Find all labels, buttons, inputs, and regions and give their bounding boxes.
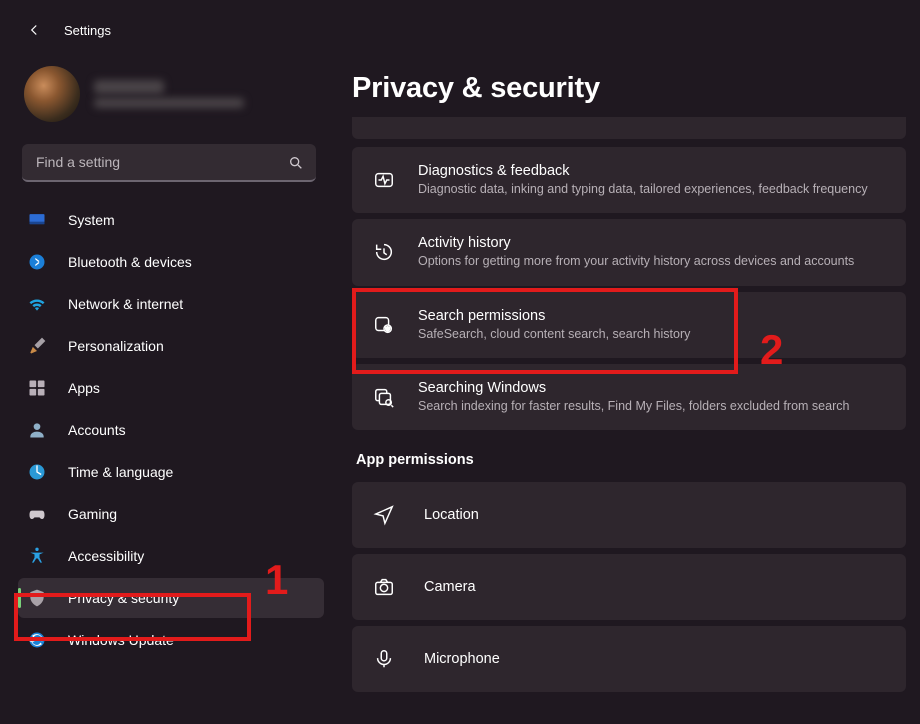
location-icon xyxy=(372,504,396,526)
nav-gaming[interactable]: Gaming xyxy=(18,494,324,534)
back-button[interactable] xyxy=(22,18,46,42)
nav-network[interactable]: Network & internet xyxy=(18,284,324,324)
nav-label: System xyxy=(68,212,115,228)
person-icon xyxy=(24,420,50,440)
card-desc: Diagnostic data, inking and typing data,… xyxy=(418,181,868,197)
shield-icon xyxy=(24,588,50,608)
nav-label: Personalization xyxy=(68,338,164,354)
section-app-permissions: App permissions xyxy=(356,452,906,468)
bluetooth-icon xyxy=(24,252,50,272)
annotation-number-1: 1 xyxy=(265,556,288,604)
page-title: Privacy & security xyxy=(352,72,906,105)
nav-accounts[interactable]: Accounts xyxy=(18,410,324,450)
partial-card-top[interactable] xyxy=(352,117,906,139)
nav-label: Gaming xyxy=(68,506,117,522)
wifi-icon xyxy=(24,294,50,314)
nav-bluetooth[interactable]: Bluetooth & devices xyxy=(18,242,324,282)
nav-system[interactable]: System xyxy=(18,200,324,240)
camera-icon xyxy=(372,576,396,598)
perm-microphone[interactable]: Microphone xyxy=(352,626,906,692)
app-title: Settings xyxy=(64,23,111,38)
annotation-number-2: 2 xyxy=(760,326,783,374)
avatar xyxy=(24,66,80,122)
clock-globe-icon xyxy=(24,462,50,482)
user-name xyxy=(94,80,244,108)
perm-location[interactable]: Location xyxy=(352,482,906,548)
card-desc: Options for getting more from your activ… xyxy=(418,253,854,269)
title-bar: Settings xyxy=(0,0,920,50)
apps-icon xyxy=(24,378,50,398)
perm-title: Location xyxy=(424,507,479,523)
search-icon[interactable] xyxy=(288,155,304,171)
card-searching-windows[interactable]: Searching Windows Search indexing for fa… xyxy=(352,364,906,430)
card-title: Activity history xyxy=(418,235,854,251)
nav-time-language[interactable]: Time & language xyxy=(18,452,324,492)
search-shield-icon xyxy=(372,314,396,336)
brush-icon xyxy=(24,336,50,356)
arrow-left-icon xyxy=(25,21,43,39)
card-diagnostics[interactable]: Diagnostics & feedback Diagnostic data, … xyxy=(352,147,906,213)
card-title: Searching Windows xyxy=(418,380,849,396)
card-title: Search permissions xyxy=(418,308,690,324)
nav-label: Windows Update xyxy=(68,632,174,648)
perm-title: Microphone xyxy=(424,651,500,667)
nav-personalization[interactable]: Personalization xyxy=(18,326,324,366)
perm-title: Camera xyxy=(424,579,476,595)
card-title: Diagnostics & feedback xyxy=(418,163,868,179)
update-icon xyxy=(24,630,50,650)
nav-label: Apps xyxy=(68,380,100,396)
nav-apps[interactable]: Apps xyxy=(18,368,324,408)
card-activity-history[interactable]: Activity history Options for getting mor… xyxy=(352,219,906,285)
user-account-block[interactable] xyxy=(18,62,324,140)
nav-label: Bluetooth & devices xyxy=(68,254,192,270)
nav-label: Accessibility xyxy=(68,548,144,564)
search-wrap xyxy=(22,144,316,182)
accessibility-icon xyxy=(24,546,50,566)
main-content: Privacy & security Diagnostics & feedbac… xyxy=(332,50,920,724)
nav-label: Accounts xyxy=(68,422,126,438)
heartbeat-icon xyxy=(372,169,396,191)
card-search-permissions[interactable]: Search permissions SafeSearch, cloud con… xyxy=(352,292,906,358)
perm-camera[interactable]: Camera xyxy=(352,554,906,620)
nav-label: Network & internet xyxy=(68,296,183,312)
gamepad-icon xyxy=(24,504,50,524)
windows-search-icon xyxy=(372,386,396,408)
card-desc: SafeSearch, cloud content search, search… xyxy=(418,326,690,342)
microphone-icon xyxy=(372,648,396,670)
card-desc: Search indexing for faster results, Find… xyxy=(418,398,849,414)
nav-label: Time & language xyxy=(68,464,173,480)
sidebar: System Bluetooth & devices Network & int… xyxy=(0,50,332,724)
nav-windows-update[interactable]: Windows Update xyxy=(18,620,324,660)
nav-label: Privacy & security xyxy=(68,590,179,606)
monitor-icon xyxy=(24,210,50,230)
search-input[interactable] xyxy=(22,144,316,182)
history-icon xyxy=(372,241,396,263)
